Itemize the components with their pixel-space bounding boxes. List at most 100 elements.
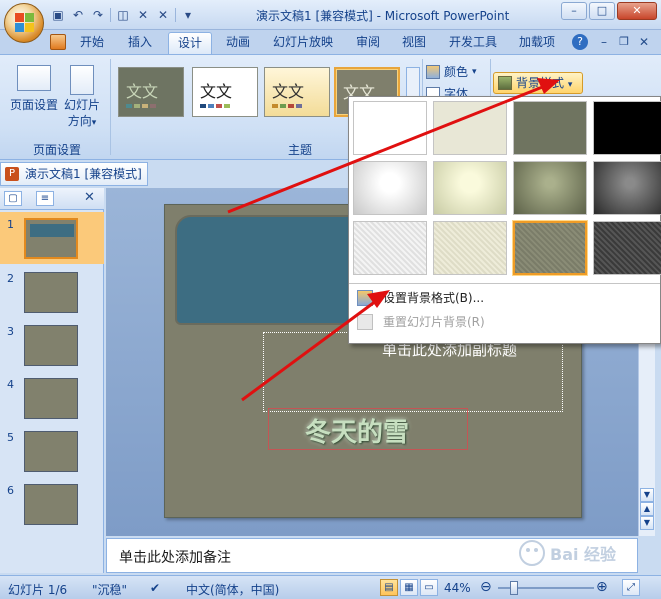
minimize-button[interactable]: – <box>561 2 587 20</box>
tab-insert[interactable]: 插入 <box>120 32 160 54</box>
redo-icon[interactable]: ↷ <box>90 7 106 23</box>
bg-style-swatch[interactable] <box>353 221 427 275</box>
undo-icon[interactable]: ↶ <box>70 7 86 23</box>
theme-sample-text: 文文 <box>126 82 159 101</box>
theme-thumbnail-3[interactable]: 文文 <box>264 67 330 117</box>
page-setup-label: 页面设置 <box>9 98 58 112</box>
bg-style-swatch[interactable] <box>433 161 507 215</box>
tab-animation[interactable]: 动画 <box>218 32 258 54</box>
zoom-slider-thumb[interactable] <box>510 581 518 595</box>
office-logo-icon <box>15 13 35 33</box>
qat-separator <box>110 8 111 22</box>
save-icon[interactable]: ▣ <box>50 7 66 23</box>
close-file-icon[interactable]: ✕ <box>135 7 151 23</box>
slide-thumbnail[interactable]: 6 <box>0 484 104 534</box>
tab-addins[interactable]: 加载项 <box>512 32 562 54</box>
next-slide-icon[interactable]: ▼ <box>640 516 654 530</box>
bg-style-swatch[interactable] <box>433 101 507 155</box>
page-setup-icon <box>17 65 51 91</box>
notes-placeholder: 单击此处添加备注 <box>119 550 231 566</box>
tab-home[interactable]: 开始 <box>72 32 112 54</box>
ribbon-restore-icon[interactable]: ❐ <box>616 34 632 50</box>
bg-style-swatch[interactable] <box>353 101 427 155</box>
slides-tab-icon[interactable]: ▢ <box>4 191 22 206</box>
theme-thumbnail-1[interactable]: 文文 <box>118 67 184 117</box>
slides-panel-header: ▢ ≡ ✕ <box>0 188 104 210</box>
orientation-label-1: 幻灯片 <box>63 98 100 112</box>
slide-thumbnail[interactable]: 1 <box>0 212 104 264</box>
tab-slideshow[interactable]: 幻灯片放映 <box>266 32 340 54</box>
bg-style-swatch[interactable] <box>513 161 587 215</box>
zoom-in-icon[interactable]: ⊕ <box>596 579 608 595</box>
slide-orientation-button[interactable]: 幻灯片 方向▾ <box>62 65 102 131</box>
bg-style-swatch[interactable] <box>593 221 661 275</box>
qat-separator <box>175 8 176 22</box>
normal-view-button[interactable]: ▤ <box>380 579 398 596</box>
customize-qat-icon[interactable]: ▾ <box>180 7 196 23</box>
zoom-level[interactable]: 44% <box>444 581 471 595</box>
spellcheck-icon[interactable]: ✔ <box>150 581 160 595</box>
fit-to-window-icon[interactable]: ⤢ <box>622 579 640 596</box>
slide-thumb-image <box>24 272 78 313</box>
maximize-button[interactable]: □ <box>589 2 615 20</box>
bg-style-swatch[interactable] <box>593 161 661 215</box>
scroll-down-icon[interactable]: ▼ <box>640 488 654 502</box>
slideshow-view-button[interactable]: ▭ <box>420 579 438 596</box>
tab-view[interactable]: 视图 <box>394 32 434 54</box>
slide-thumb-image <box>24 218 78 259</box>
ribbon-minimize-icon[interactable]: – <box>596 34 612 50</box>
dropdown-separator <box>349 283 660 284</box>
office-button[interactable] <box>4 3 44 43</box>
slide-orientation-icon <box>70 65 94 95</box>
quick-access-toolbar: ▣ ↶ ↷ ◫ ✕ ✕ ▾ <box>50 6 196 24</box>
ribbon-close-icon[interactable]: ✕ <box>636 34 652 50</box>
bg-style-swatch[interactable] <box>353 161 427 215</box>
theme-thumbnail-2[interactable]: 文文 <box>192 67 258 117</box>
orientation-label-2: 方向 <box>67 114 92 128</box>
previous-slide-icon[interactable]: ▲ <box>640 502 654 516</box>
tab-review[interactable]: 审阅 <box>348 32 388 54</box>
slide-thumbnail[interactable]: 3 <box>0 325 104 375</box>
reset-background-label: 重置幻灯片背景(R) <box>383 315 485 329</box>
color-palette-icon <box>426 64 440 79</box>
title-bar: ▣ ↶ ↷ ◫ ✕ ✕ ▾ 演示文稿1 [兼容模式] - Microsoft P… <box>0 0 661 30</box>
status-bar: 幻灯片 1/6 "沉稳" ✔ 中文(简体，中国) ▤ ▦ ▭ 44% ⊖ ⊕ ⤢ <box>0 575 661 599</box>
close-panel-icon[interactable]: ✕ <box>84 190 95 205</box>
add-in-icon[interactable] <box>50 34 66 50</box>
slide-number: 4 <box>7 378 14 391</box>
group-label-page-setup: 页面设置 <box>32 143 81 157</box>
bg-style-swatch[interactable] <box>433 221 507 275</box>
delete-icon[interactable]: ✕ <box>155 7 171 23</box>
page-setup-button[interactable]: 页面设置 <box>8 65 60 113</box>
slide-thumbnail[interactable]: 2 <box>0 272 104 322</box>
bg-style-swatch[interactable] <box>593 101 661 155</box>
background-styles-gallery: 设置背景格式(B)... 重置幻灯片背景(R) <box>348 96 661 344</box>
format-background-item[interactable]: 设置背景格式(B)... <box>353 287 655 309</box>
tab-developer[interactable]: 开发工具 <box>442 32 504 54</box>
slides-panel: ▢ ≡ ✕ 1 2 3 4 5 6 <box>0 188 104 573</box>
tab-design[interactable]: 设计 <box>168 32 212 54</box>
print-preview-icon[interactable]: ◫ <box>115 7 131 23</box>
language-indicator[interactable]: 中文(简体，中国) <box>186 581 279 598</box>
document-tab[interactable]: P 演示文稿1 [兼容模式] <box>0 162 148 186</box>
background-styles-button[interactable]: 背景样式 ▾ <box>493 72 583 94</box>
subtitle-placeholder[interactable]: 单击此处添加副标题 <box>263 332 563 412</box>
close-button[interactable]: ✕ <box>617 2 657 20</box>
slide-number: 1 <box>7 218 14 231</box>
zoom-out-icon[interactable]: ⊖ <box>480 579 492 595</box>
background-styles-icon <box>498 76 512 90</box>
slide-number: 5 <box>7 431 14 444</box>
outline-tab-icon[interactable]: ≡ <box>36 191 54 206</box>
slide-sorter-button[interactable]: ▦ <box>400 579 418 596</box>
chevron-down-icon: ▾ <box>567 80 573 90</box>
help-icon[interactable]: ? <box>572 34 588 50</box>
bg-style-swatch[interactable] <box>513 101 587 155</box>
bg-style-swatch-selected[interactable] <box>512 220 588 276</box>
format-background-label: 设置背景格式(B)... <box>383 291 485 305</box>
theme-colors-button[interactable]: 颜色 ▾ <box>426 63 477 80</box>
group-label-theme: 主题 <box>287 143 312 157</box>
slide-title-box[interactable]: 冬天的雪 <box>268 408 468 450</box>
slide-thumbnail[interactable]: 5 <box>0 431 104 481</box>
slide-thumb-image <box>24 378 78 419</box>
slide-thumbnail[interactable]: 4 <box>0 378 104 428</box>
